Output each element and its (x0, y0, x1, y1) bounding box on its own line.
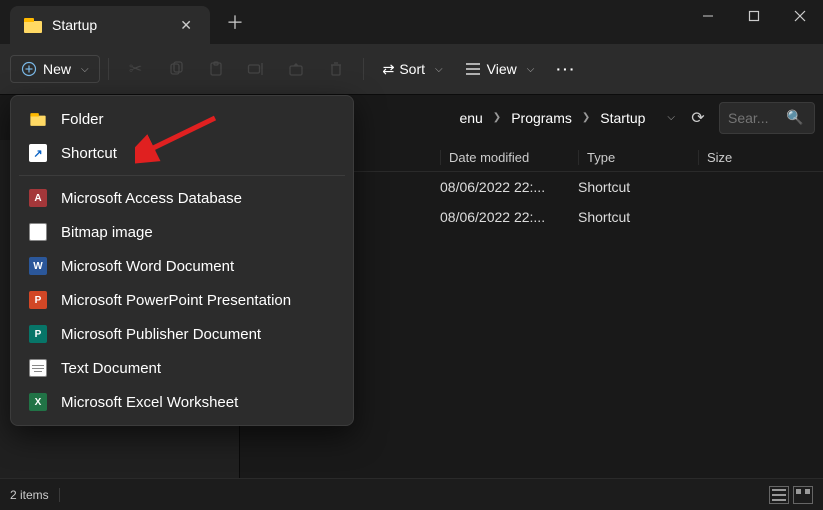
new-button-label: New (43, 61, 71, 77)
refresh-button[interactable]: ⟳ (681, 108, 715, 128)
chevron-right-icon: ❯ (582, 112, 590, 123)
item-count: 2 items (10, 488, 49, 502)
menu-item-word[interactable]: W Microsoft Word Document (11, 249, 353, 283)
tab-title: Startup (52, 17, 166, 33)
crumb[interactable]: enu (459, 110, 482, 126)
close-window-button[interactable] (777, 0, 823, 32)
maximize-button[interactable] (731, 0, 777, 32)
copy-button[interactable] (157, 51, 195, 87)
delete-button[interactable] (317, 51, 355, 87)
toolbar: New ⌵ ✂ ⇅ Sort ⌵ View ⌵ ··· (0, 44, 823, 94)
menu-item-folder[interactable]: Folder (11, 102, 353, 136)
column-date[interactable]: Date modified (440, 150, 578, 165)
plus-circle-icon (21, 61, 37, 77)
word-icon: W (29, 257, 47, 275)
menu-item-publisher[interactable]: P Microsoft Publisher Document (11, 317, 353, 351)
view-button-label: View (487, 61, 517, 77)
crumb[interactable]: Startup (600, 110, 645, 126)
excel-icon: X (29, 393, 47, 411)
chevron-right-icon: ❯ (493, 112, 501, 123)
crumb[interactable]: Programs (511, 110, 572, 126)
column-type[interactable]: Type (578, 150, 698, 165)
tab-startup[interactable]: Startup ✕ (10, 6, 210, 44)
minimize-button[interactable] (685, 0, 731, 32)
menu-item-text[interactable]: Text Document (11, 351, 353, 385)
folder-icon (29, 110, 47, 128)
add-tab-button[interactable]: ＋ (218, 5, 252, 39)
menu-item-bitmap[interactable]: Bitmap image (11, 215, 353, 249)
title-bar: Startup ✕ ＋ (0, 0, 823, 44)
sort-button-label: Sort (399, 61, 425, 77)
sort-button[interactable]: ⇅ Sort ⌵ (372, 55, 453, 84)
status-bar: 2 items (0, 478, 823, 510)
chevron-down-icon: ⌵ (527, 64, 535, 75)
new-context-menu: Folder ↗ Shortcut A Microsoft Access Dat… (10, 95, 354, 426)
menu-item-excel[interactable]: X Microsoft Excel Worksheet (11, 385, 353, 419)
share-button[interactable] (277, 51, 315, 87)
text-icon (29, 359, 47, 377)
folder-icon (24, 18, 42, 33)
chevron-down-icon[interactable]: ⌵ (667, 112, 675, 123)
view-button[interactable]: View ⌵ (455, 55, 545, 83)
divider (108, 58, 109, 80)
menu-item-access[interactable]: A Microsoft Access Database (11, 181, 353, 215)
more-button[interactable]: ··· (546, 55, 586, 83)
cut-button[interactable]: ✂ (117, 51, 155, 87)
view-icon (465, 62, 481, 76)
divider (59, 488, 60, 502)
rename-button[interactable] (237, 51, 275, 87)
new-button[interactable]: New ⌵ (10, 55, 100, 83)
grid-view-button[interactable] (793, 486, 813, 504)
paste-button[interactable] (197, 51, 235, 87)
search-icon: 🔍 (786, 109, 803, 126)
search-box[interactable]: 🔍 (719, 102, 815, 134)
powerpoint-icon: P (29, 291, 47, 309)
close-tab-icon[interactable]: ✕ (176, 15, 196, 36)
sort-icon: ⇅ (379, 63, 396, 75)
publisher-icon: P (29, 325, 47, 343)
menu-item-shortcut[interactable]: ↗ Shortcut (11, 136, 353, 170)
search-input[interactable] (728, 110, 780, 126)
details-view-button[interactable] (769, 486, 789, 504)
bitmap-icon (29, 223, 47, 241)
menu-item-powerpoint[interactable]: P Microsoft PowerPoint Presentation (11, 283, 353, 317)
chevron-down-icon: ⌵ (435, 64, 443, 75)
column-size[interactable]: Size (698, 150, 746, 165)
divider (363, 58, 364, 80)
menu-separator (19, 175, 345, 176)
shortcut-icon: ↗ (29, 144, 47, 162)
chevron-down-icon: ⌵ (81, 64, 89, 75)
access-icon: A (29, 189, 47, 207)
